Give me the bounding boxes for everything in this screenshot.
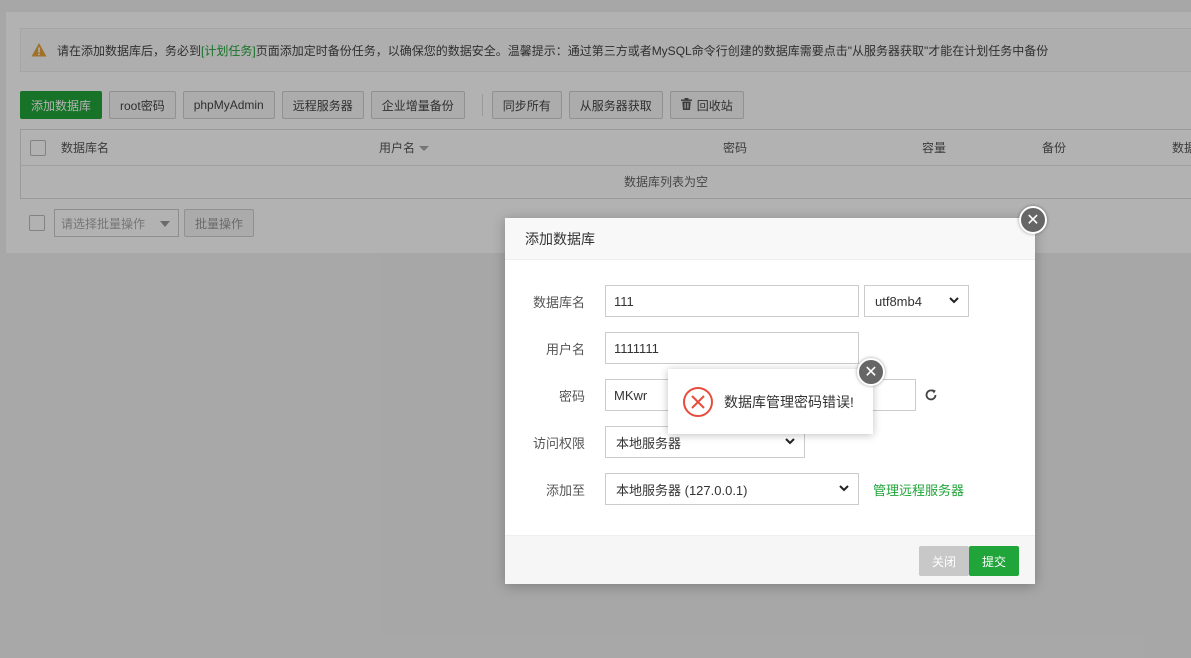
db-name-row: 数据库名 111 utf8mb4 bbox=[505, 285, 969, 317]
username-label: 用户名 bbox=[545, 341, 585, 357]
add-to-select[interactable]: 本地服务器 (127.0.0.1) bbox=[605, 473, 859, 505]
charset-value: utf8mb4 bbox=[875, 293, 922, 309]
username-input[interactable]: 1111111 bbox=[605, 332, 859, 364]
toast-close-icon[interactable]: ✕ bbox=[857, 358, 885, 386]
error-toast: 数据库管理密码错误! bbox=[668, 369, 873, 434]
password-label: 密码 bbox=[558, 388, 585, 404]
refresh-icon[interactable] bbox=[924, 388, 938, 402]
dialog-close-icon[interactable]: ✕ bbox=[1019, 206, 1047, 234]
add-to-label: 添加至 bbox=[545, 482, 585, 498]
access-value: 本地服务器 bbox=[616, 435, 682, 451]
error-message: 数据库管理密码错误! bbox=[724, 393, 854, 410]
dialog-title: 添加数据库 bbox=[505, 218, 1035, 260]
db-name-input[interactable]: 111 bbox=[605, 285, 859, 317]
error-circle-icon bbox=[682, 386, 714, 418]
access-label: 访问权限 bbox=[532, 435, 585, 451]
submit-button[interactable]: 提交 bbox=[969, 546, 1020, 576]
chevron-down-icon bbox=[784, 435, 796, 450]
close-button[interactable]: 关闭 bbox=[919, 546, 970, 576]
add-to-value: 本地服务器 (127.0.0.1) bbox=[616, 482, 748, 498]
chevron-down-icon bbox=[948, 294, 960, 309]
dialog-footer: 关闭 提交 bbox=[505, 535, 1035, 584]
add-to-row: 添加至 本地服务器 (127.0.0.1) 管理远程服务器 bbox=[505, 473, 964, 505]
manage-remote-server-link[interactable]: 管理远程服务器 bbox=[873, 480, 964, 499]
chevron-down-icon bbox=[838, 482, 850, 497]
db-name-label: 数据库名 bbox=[532, 294, 585, 310]
username-row: 用户名 1111111 bbox=[505, 332, 859, 364]
charset-select[interactable]: utf8mb4 bbox=[864, 285, 969, 317]
